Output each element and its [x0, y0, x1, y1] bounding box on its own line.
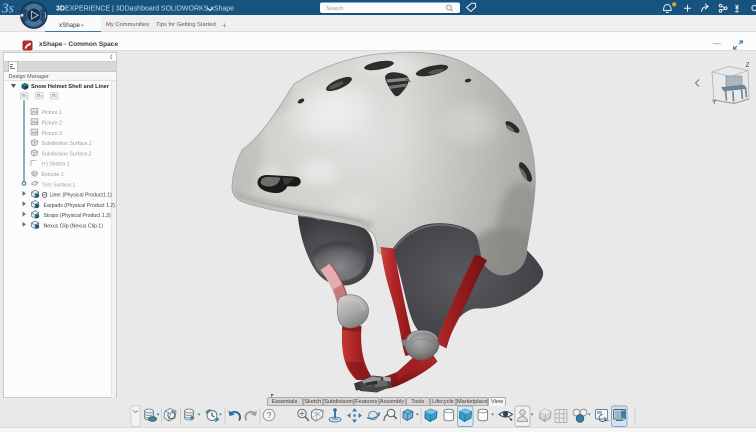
svg-text:Snow Helmet Shell and Liner: Snow Helmet Shell and Liner [31, 84, 110, 90]
svg-text:Search: Search [326, 6, 343, 12]
svg-text:Picture.2: Picture.2 [42, 120, 63, 126]
svg-text:Subdivision Surface.1: Subdivision Surface.1 [42, 141, 92, 147]
svg-text:Liner (Physical Product1.1): Liner (Physical Product1.1) [50, 192, 113, 198]
svg-text:Trim Surface.1: Trim Surface.1 [42, 182, 76, 188]
svg-text:Subdivision Surface.2: Subdivision Surface.2 [42, 151, 92, 157]
svg-text:?: ? [267, 410, 272, 420]
svg-text:3s: 3s [1, 1, 14, 16]
svg-text:3DEXPERIENCE | 3DDashboard SO: 3DEXPERIENCE | 3DDashboard SOLIDWORKS xS… [56, 5, 234, 12]
svg-text:Z: Z [746, 62, 750, 69]
svg-text:Picture.3: Picture.3 [42, 130, 63, 136]
svg-text:Earpads (Physical Product 1.2): Earpads (Physical Product 1.2) [44, 202, 116, 208]
svg-text:Extrude.1: Extrude.1 [42, 172, 64, 178]
svg-text:Nexus Clip (Nexus Clip.1): Nexus Clip (Nexus Clip.1) [44, 223, 104, 229]
svg-text:(+) Sketch.1: (+) Sketch.1 [42, 161, 70, 167]
svg-text:Y: Y [712, 99, 717, 106]
svg-text:Picture.1: Picture.1 [42, 110, 63, 116]
svg-text:Straps (Physical Product 1.3): Straps (Physical Product 1.3) [44, 213, 111, 219]
